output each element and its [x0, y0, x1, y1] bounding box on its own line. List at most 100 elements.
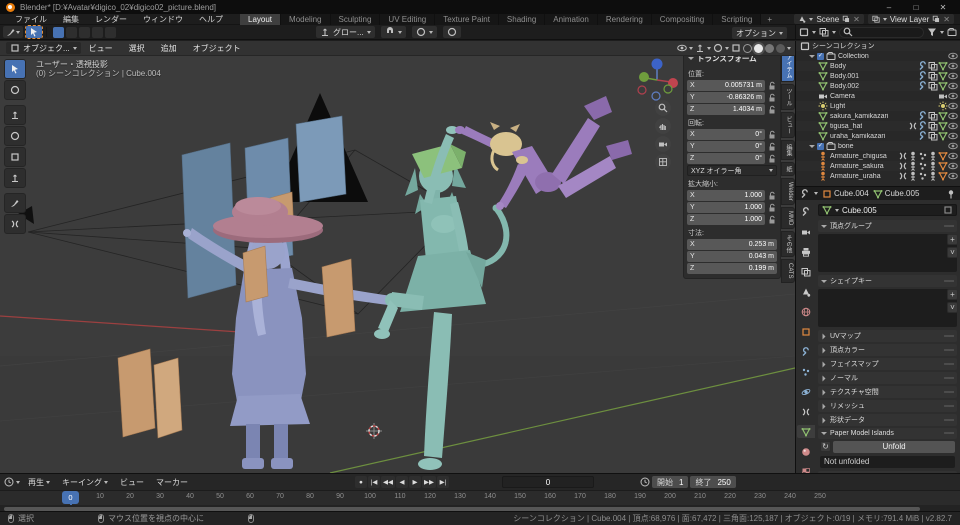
- transform-位置:-X-field[interactable]: X0.005731 m: [687, 80, 765, 91]
- timeline-editor-icon[interactable]: [4, 477, 14, 487]
- transform-寸法:-Z-field[interactable]: Z0.199 m: [687, 263, 777, 274]
- viewport-menu-追加[interactable]: 追加: [153, 43, 185, 54]
- proportional-edit-toggle[interactable]: [412, 26, 437, 38]
- outliner-row-Body.002[interactable]: Body.002: [796, 81, 960, 91]
- rotation-mode-dropdown[interactable]: XYZ オイラー角: [687, 165, 777, 176]
- outliner-editor-icon[interactable]: [799, 27, 809, 37]
- preview-range-icon[interactable]: [640, 477, 650, 487]
- tool-select-box[interactable]: [4, 59, 26, 79]
- shading-rendered-button[interactable]: [776, 44, 785, 53]
- properties-tab-material[interactable]: [797, 445, 815, 458]
- workspace-tab-Sculpting[interactable]: Sculpting: [331, 14, 381, 25]
- current-frame-field[interactable]: 0: [502, 476, 594, 488]
- sidebar-tab-紙[interactable]: 紙: [781, 162, 795, 176]
- expand-caret-icon[interactable]: [809, 55, 815, 58]
- transform-回転:-X-field[interactable]: X0°: [687, 129, 765, 140]
- workspace-tab-Compositing[interactable]: Compositing: [652, 14, 713, 25]
- sidebar-tab-CATS[interactable]: CATS: [781, 259, 795, 283]
- transform-orientation-dropdown[interactable]: グロー...: [316, 26, 375, 38]
- sidebar-tab-編集[interactable]: 編集: [781, 140, 795, 160]
- workspace-tab-Layout[interactable]: Layout: [240, 14, 281, 25]
- hide-eye-icon[interactable]: [948, 51, 958, 61]
- display-mode-icon[interactable]: [819, 27, 829, 37]
- specials-menu-button[interactable]: ˅: [947, 247, 958, 258]
- sidebar-tab-MMD[interactable]: MMD: [781, 207, 795, 229]
- transform-寸法:-X-field[interactable]: X0.253 m: [687, 239, 777, 250]
- add-workspace-button[interactable]: +: [761, 14, 778, 25]
- camera-view-button[interactable]: [655, 136, 671, 152]
- lock-icon[interactable]: [767, 93, 777, 103]
- menu-ファイル[interactable]: ファイル: [8, 14, 54, 25]
- frame-start-field[interactable]: 開始1: [652, 476, 688, 488]
- hide-eye-icon[interactable]: [948, 171, 958, 181]
- select-mode-set[interactable]: [53, 27, 64, 38]
- properties-tab-particles[interactable]: [797, 365, 815, 378]
- hide-eye-icon[interactable]: [948, 131, 958, 141]
- workspace-tab-Rendering[interactable]: Rendering: [598, 14, 652, 25]
- gizmos-dropdown-icon[interactable]: [695, 43, 705, 53]
- zoom-view-button[interactable]: [655, 100, 671, 116]
- unlink-scene-icon[interactable]: ✕: [853, 15, 860, 24]
- viewport-menu-オブジェクト[interactable]: オブジェクト: [185, 43, 249, 54]
- collection-checkbox[interactable]: ✓: [817, 53, 824, 60]
- hide-eye-icon[interactable]: [948, 121, 958, 131]
- transform-拡大縮小:-Z-field[interactable]: Z1.000: [687, 214, 765, 225]
- tool-cursor[interactable]: [4, 80, 26, 100]
- lock-icon[interactable]: [767, 81, 777, 91]
- mesh-name-field[interactable]: Cube.005: [818, 204, 957, 216]
- shading-material-button[interactable]: [765, 44, 774, 53]
- outliner-row-Armature_chigusa[interactable]: Armature_chigusa: [796, 151, 960, 161]
- outliner-search-input[interactable]: [839, 27, 924, 38]
- menu-ヘルプ[interactable]: ヘルプ: [192, 14, 230, 25]
- next-keyframe-button[interactable]: ▶▶: [422, 476, 436, 488]
- menu-レンダー[interactable]: レンダー: [88, 14, 134, 25]
- prev-keyframe-button[interactable]: ◀◀: [381, 476, 395, 488]
- outliner-row-Body[interactable]: Body: [796, 61, 960, 71]
- hide-eye-icon[interactable]: [948, 161, 958, 171]
- new-scene-icon[interactable]: [842, 15, 850, 23]
- properties-tab-modifiers[interactable]: [797, 345, 815, 358]
- workspace-tab-Modeling[interactable]: Modeling: [281, 14, 330, 25]
- tool-fallback-dropdown[interactable]: [3, 26, 23, 38]
- collection-checkbox[interactable]: ✓: [817, 143, 824, 150]
- sidebar-tab-アイテム[interactable]: アイテム: [781, 56, 795, 82]
- outliner-row-シーンコレクション[interactable]: シーンコレクション: [796, 41, 960, 51]
- properties-tab-scene[interactable]: [797, 285, 815, 298]
- pin-icon[interactable]: [946, 189, 956, 199]
- new-view-layer-icon[interactable]: [932, 15, 940, 23]
- sidebar-tab-ツール[interactable]: ツール: [781, 84, 795, 110]
- perspective-toggle-button[interactable]: [655, 154, 671, 170]
- outliner-row-Camera[interactable]: Camera: [796, 91, 960, 101]
- jump-to-end-button[interactable]: ▶|: [437, 476, 449, 488]
- lock-icon[interactable]: [767, 154, 777, 164]
- select-mode-intersect[interactable]: [105, 27, 116, 38]
- playhead[interactable]: 0: [62, 491, 79, 504]
- sidebar-tab-Welder[interactable]: Welder: [781, 178, 795, 205]
- workspace-tab-Shading[interactable]: Shading: [499, 14, 545, 25]
- visibility-dropdown-icon[interactable]: [677, 43, 687, 53]
- outliner-row-tigusa_hat[interactable]: tigusa_hat: [796, 121, 960, 131]
- properties-editor-icon[interactable]: [800, 189, 810, 199]
- prev-frame-button[interactable]: ◀: [396, 476, 408, 488]
- lock-icon[interactable]: [767, 105, 777, 115]
- auto-keyframe-button[interactable]: ●: [355, 476, 367, 488]
- add-item-button[interactable]: +: [947, 234, 958, 245]
- maximize-button[interactable]: □: [905, 1, 927, 14]
- outliner-row-uraha_kamikazari[interactable]: uraha_kamikazari: [796, 131, 960, 141]
- workspace-tab-Animation[interactable]: Animation: [545, 14, 598, 25]
- timeline-ruler[interactable]: 0 10203040506070809010011012013014015016…: [0, 490, 960, 505]
- tool-move[interactable]: [4, 105, 26, 125]
- transform-拡大縮小:-X-field[interactable]: X1.000: [687, 190, 765, 201]
- hide-eye-icon[interactable]: [948, 61, 958, 71]
- timeline-menu-ビュー[interactable]: ビュー: [114, 477, 150, 488]
- tool-measure[interactable]: [4, 214, 26, 234]
- properties-tab-world[interactable]: [797, 305, 815, 318]
- pan-view-button[interactable]: [655, 118, 671, 134]
- xray-toggle-icon[interactable]: [731, 43, 741, 53]
- select-mode-subtract[interactable]: [79, 27, 90, 38]
- mode-dropdown[interactable]: オブジェク...: [6, 42, 81, 54]
- shield-icon[interactable]: [943, 205, 953, 215]
- properties-tab-constraints[interactable]: [797, 405, 815, 418]
- specials-menu-button[interactable]: ˅: [947, 302, 958, 313]
- hide-eye-icon[interactable]: [948, 151, 958, 161]
